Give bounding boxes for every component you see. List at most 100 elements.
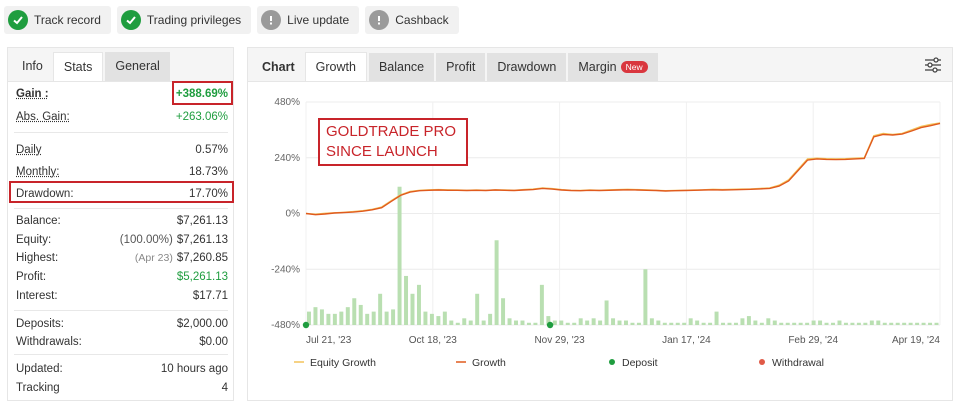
stat-label: Monthly: — [16, 166, 60, 178]
activity-bar — [455, 322, 460, 325]
activity-bar — [669, 322, 674, 325]
y-tick-label: 480% — [274, 97, 300, 108]
stat-label: Interest: — [16, 290, 58, 302]
tab-drawdown[interactable]: Drawdown — [487, 53, 567, 81]
x-tick-label: Jul 21, '23 — [306, 335, 352, 346]
activity-bar — [598, 320, 603, 325]
activity-bar — [818, 320, 823, 325]
activity-bar — [701, 322, 706, 325]
activity-bar — [526, 322, 531, 325]
badge-label: Live update — [287, 13, 350, 27]
activity-bar — [429, 313, 434, 325]
stat-label: Balance: — [16, 215, 61, 227]
activity-bar — [404, 275, 409, 325]
activity-bar — [365, 313, 370, 325]
info-icon — [369, 10, 390, 30]
activity-bar — [915, 322, 920, 325]
activity-bar — [811, 320, 816, 325]
activity-bar — [843, 322, 848, 325]
activity-bar — [462, 318, 467, 325]
tab-margin-label: Margin — [578, 60, 617, 74]
stat-deposits: Deposits: $2,000.00 — [16, 315, 228, 333]
activity-bar — [908, 322, 913, 325]
activity-bar — [488, 313, 493, 325]
stat-label: Tracking — [16, 382, 60, 394]
activity-bar — [494, 240, 499, 325]
activity-bar — [714, 311, 719, 325]
activity-bar — [876, 320, 881, 325]
stat-profit: Profit: $5,261.13 — [16, 268, 228, 286]
activity-bar — [792, 322, 797, 325]
tab-balance[interactable]: Balance — [368, 53, 435, 81]
info-icon — [261, 10, 282, 30]
stat-value: 4 — [221, 382, 228, 394]
stat-balance: Balance: $7,261.13 — [16, 212, 228, 230]
stat-value: $5,261.13 — [176, 271, 228, 283]
stat-label: Profit: — [16, 271, 47, 283]
activity-bar — [863, 322, 868, 325]
activity-bar — [514, 320, 518, 325]
activity-bar — [902, 322, 907, 325]
deposit-marker — [302, 321, 310, 329]
y-tick-label: 0% — [286, 209, 301, 220]
stat-interest: Interest: $17.71 — [16, 287, 228, 305]
activity-bar — [475, 293, 480, 325]
check-icon — [120, 10, 141, 30]
x-tick-label: Feb 29, '24 — [788, 335, 838, 346]
activity-bar — [559, 320, 564, 325]
badge-track-record[interactable]: Track record — [4, 6, 111, 34]
stat-tracking: Tracking 4 — [16, 379, 228, 397]
tab-info[interactable]: Info — [12, 52, 53, 81]
activity-bar — [378, 293, 383, 325]
stat-value: 10 hours ago — [160, 363, 228, 375]
activity-bar — [345, 307, 350, 325]
legend-label: Deposit — [622, 357, 658, 369]
tab-general[interactable]: General — [105, 52, 170, 81]
chart-settings-icon[interactable] — [924, 56, 942, 74]
divider — [14, 208, 228, 209]
activity-bar — [436, 316, 441, 325]
activity-bar — [533, 322, 538, 325]
activity-bar — [759, 322, 764, 325]
activity-bar — [319, 309, 324, 325]
activity-bar — [798, 322, 803, 325]
tab-stats[interactable]: Stats — [52, 52, 104, 81]
badge-trading-privileges[interactable]: Trading privileges — [116, 6, 252, 34]
drawdown-highlight-box — [9, 181, 234, 203]
tab-profit[interactable]: Profit — [436, 53, 486, 81]
x-tick-label: Nov 29, '23 — [534, 335, 585, 346]
tab-growth[interactable]: Growth — [304, 52, 367, 81]
divider — [14, 132, 228, 133]
legend-label: Equity Growth — [310, 357, 376, 369]
activity-bar — [824, 322, 829, 325]
activity-bar — [721, 322, 726, 325]
activity-bar — [565, 322, 570, 325]
activity-bar — [520, 320, 525, 325]
stat-daily: Daily 0.57% — [16, 141, 228, 159]
check-icon — [8, 10, 28, 30]
activity-bar — [889, 322, 894, 325]
activity-bar — [682, 322, 687, 325]
y-tick-label: -240% — [271, 264, 300, 275]
activity-bar — [662, 322, 667, 325]
activity-bar — [552, 320, 557, 325]
stat-value: $17.71 — [192, 290, 228, 302]
badge-live-update[interactable]: Live update — [257, 6, 360, 34]
activity-bar — [572, 322, 577, 325]
activity-bar — [326, 313, 331, 325]
activity-bar — [649, 318, 654, 325]
badge-cashback[interactable]: Cashback — [365, 6, 459, 34]
activity-bar — [371, 311, 376, 325]
legend-swatch — [759, 359, 765, 365]
tab-margin[interactable]: Margin New — [568, 53, 658, 81]
badge-label: Cashback — [395, 13, 449, 27]
activity-bar — [313, 307, 318, 325]
activity-bar — [423, 311, 428, 325]
stat-value: $7,261.13 — [176, 215, 228, 227]
activity-bar — [895, 322, 900, 325]
divider — [14, 310, 228, 311]
divider — [14, 354, 228, 355]
stat-value: $0.00 — [199, 336, 228, 348]
activity-bar — [410, 293, 415, 325]
activity-bar — [921, 322, 926, 325]
